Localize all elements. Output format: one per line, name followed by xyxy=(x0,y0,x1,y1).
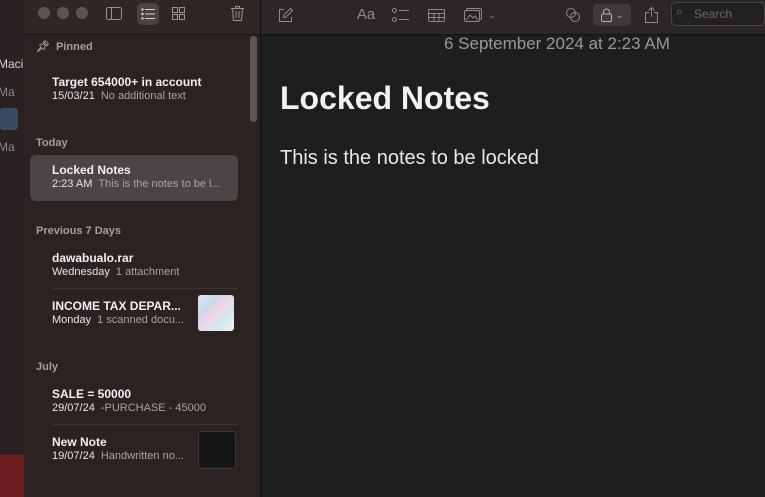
editor-toolbar: Aa ⌄ ⌄ ⌕ xyxy=(261,0,765,35)
note-title: New Note xyxy=(52,435,107,449)
scanned-document-thumbnail xyxy=(198,295,234,331)
share-button[interactable] xyxy=(641,4,661,26)
trash-icon xyxy=(230,6,244,21)
note-preview: Handwritten no... xyxy=(100,450,184,462)
notes-list-sidebar: 📌︎ Pinned Target 654000+ in account 15/0… xyxy=(24,0,261,497)
close-window-button[interactable] xyxy=(38,7,50,19)
note-item[interactable]: SALE = 50000 29/07/24 -PURCHASE - 45000 xyxy=(30,379,238,425)
link-share-icon xyxy=(565,8,580,22)
handwritten-note-thumbnail xyxy=(198,431,236,469)
section-header-previous-7-days: Previous 7 Days xyxy=(36,225,121,237)
note-item[interactable]: Target 654000+ in account 15/03/21 No add… xyxy=(30,67,238,113)
note-date: 29/07/24 xyxy=(52,402,95,414)
note-preview: No additional text xyxy=(100,90,186,102)
toggle-sidebar-button[interactable] xyxy=(103,3,125,25)
search-icon: ⌕ xyxy=(676,4,683,18)
chevron-down-icon: ⌄ xyxy=(488,10,496,20)
note-preview: This is the notes to be l... xyxy=(98,178,221,190)
note-date: 15/03/21 xyxy=(52,90,95,102)
grid-icon xyxy=(171,7,185,20)
search-field[interactable]: ⌕ xyxy=(671,2,765,26)
sidebar-toolbar xyxy=(24,0,260,35)
list-view-button[interactable] xyxy=(137,3,159,25)
section-header-pinned: 📌︎ Pinned xyxy=(36,41,93,53)
background-window-label: Ma xyxy=(0,85,15,99)
note-title: Locked Notes xyxy=(52,163,131,177)
chevron-down-icon: ⌄ xyxy=(615,10,624,20)
collaborate-button[interactable] xyxy=(561,4,583,26)
table-button[interactable] xyxy=(425,4,447,26)
search-input[interactable] xyxy=(692,5,762,23)
background-window-label: Maci xyxy=(0,57,24,71)
note-subtitle: 15/03/21 No additional text xyxy=(52,90,186,102)
note-item[interactable]: INCOME TAX DEPAR... Monday 1 scanned docu… xyxy=(30,291,238,337)
note-item-selected[interactable]: Locked Notes 2:23 AM This is the notes to… xyxy=(30,155,238,201)
note-title: Target 654000+ in account xyxy=(52,75,202,89)
note-timestamp: 6 September 2024 at 2:23 AM xyxy=(444,34,670,53)
note-date: Wednesday xyxy=(52,266,110,278)
note-title: INCOME TAX DEPAR... xyxy=(52,299,181,313)
divider xyxy=(52,288,238,289)
sidebar-icon xyxy=(106,7,122,20)
note-date: Monday xyxy=(52,314,92,326)
minimize-window-button[interactable] xyxy=(57,7,69,19)
notes-list-scrollbar[interactable] xyxy=(250,36,257,122)
note-subtitle: 29/07/24 -PURCHASE - 45000 xyxy=(52,402,206,414)
background-window-footer xyxy=(0,455,24,497)
new-note-button[interactable] xyxy=(275,4,295,26)
lock-note-button[interactable]: ⌄ xyxy=(593,4,631,26)
note-heading[interactable]: Locked Notes xyxy=(280,80,490,117)
format-button[interactable]: Aa xyxy=(353,4,379,26)
photo-icon xyxy=(464,8,483,22)
section-header-today: Today xyxy=(36,137,68,149)
note-date: 19/07/24 xyxy=(52,450,95,462)
share-icon xyxy=(644,6,658,23)
zoom-window-button[interactable] xyxy=(76,7,88,19)
note-subtitle: Wednesday 1 attachment xyxy=(52,266,179,278)
note-title: SALE = 50000 xyxy=(52,387,132,401)
note-title: dawabualo.rar xyxy=(52,251,134,265)
note-body-text[interactable]: This is the notes to be locked xyxy=(280,147,539,170)
note-preview: -PURCHASE - 45000 xyxy=(100,402,206,414)
note-item[interactable]: New Note 19/07/24 Handwritten no... xyxy=(30,427,238,473)
compose-icon xyxy=(278,7,293,22)
note-preview: 1 attachment xyxy=(115,266,180,278)
background-window-label: Ma xyxy=(0,140,15,154)
checklist-button[interactable] xyxy=(389,4,411,26)
gallery-view-button[interactable] xyxy=(167,3,189,25)
media-button[interactable]: ⌄ xyxy=(463,4,497,26)
note-date: 2:23 AM xyxy=(52,178,93,190)
note-item[interactable]: dawabualo.rar Wednesday 1 attachment xyxy=(30,243,238,289)
table-icon xyxy=(427,9,445,22)
note-editor: Aa ⌄ ⌄ ⌕ 6 September 2024 at 2:23 AM Loc… xyxy=(261,0,765,497)
background-window-selection xyxy=(0,108,18,130)
note-subtitle: 2:23 AM This is the notes to be l... xyxy=(52,178,221,190)
note-subtitle: 19/07/24 Handwritten no... xyxy=(52,450,184,462)
lock-icon xyxy=(600,8,612,22)
background-window: Maci Ma Ma xyxy=(0,0,24,497)
note-preview: 1 scanned docu... xyxy=(97,314,184,326)
divider xyxy=(52,424,238,425)
checklist-icon xyxy=(391,8,409,22)
section-header-july: July xyxy=(36,361,59,373)
pin-icon: 📌︎ xyxy=(36,41,50,53)
list-icon xyxy=(141,8,155,20)
note-subtitle: Monday 1 scanned docu... xyxy=(52,314,184,326)
delete-note-button[interactable] xyxy=(226,3,248,25)
